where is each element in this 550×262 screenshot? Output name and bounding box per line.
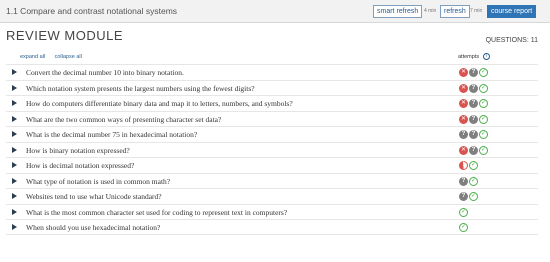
question-text[interactable]: How is decimal notation expressed?: [26, 161, 134, 170]
attempt-icons: ✓: [459, 223, 469, 232]
question-row[interactable]: Which notation system presents the large…: [6, 79, 538, 96]
attempt-icons: ✕? ✓: [459, 68, 489, 77]
question-row[interactable]: What is the decimal number 75 in hexadec…: [6, 126, 538, 142]
expand-caret-icon[interactable]: [12, 146, 17, 153]
attempt-icons: ✕? ✓: [459, 99, 489, 108]
question-row[interactable]: What are the two common ways of presenti…: [6, 110, 538, 127]
wrong-attempt-icon: ✕: [459, 68, 468, 77]
unknown-attempt-icon: ?: [469, 83, 478, 93]
right-attempt-icon: ✓: [479, 145, 488, 155]
page-title: REVIEW MODULE: [6, 28, 124, 43]
right-attempt-icon: ✓: [469, 161, 478, 170]
wrong-attempt-icon: ✕: [459, 145, 468, 155]
unknown-attempt-icon: ?: [469, 99, 478, 108]
question-row[interactable]: How is binary notation expressed? ✕? ✓: [6, 141, 538, 158]
question-text[interactable]: Convert the decimal number 10 into binar…: [26, 68, 184, 77]
question-row[interactable]: How do computers differentiate binary da…: [6, 95, 538, 111]
attempt-icons: ?? ✓: [459, 130, 489, 139]
right-attempt-icon: ✓: [469, 192, 478, 201]
attempt-icons: ✓: [459, 207, 469, 217]
right-attempt-icon: ✓: [459, 207, 468, 217]
course-report-button[interactable]: course report: [487, 5, 537, 18]
expand-collapse-links: expand all collapse all: [20, 54, 90, 60]
questions-count: QUESTIONS: 11: [485, 37, 538, 44]
expand-caret-icon[interactable]: [12, 100, 17, 106]
question-text[interactable]: When should you use hexadecimal notation…: [26, 223, 160, 232]
right-attempt-icon: ✓: [479, 114, 488, 124]
attempts-label: attempts: [458, 53, 480, 60]
question-text[interactable]: What type of notation is used in common …: [26, 177, 170, 186]
wrong-attempt-icon: ✕: [459, 99, 468, 108]
info-icon[interactable]: i: [482, 53, 490, 60]
attempt-icons: ! ✓: [459, 161, 479, 170]
question-row[interactable]: What is the most common character set us…: [6, 203, 538, 220]
expand-caret-icon[interactable]: [12, 162, 17, 168]
attempt-icons: ✕? ✓: [459, 83, 489, 93]
unknown-attempt-icon: ?: [459, 176, 468, 186]
attempt-icons: ✕? ✓: [459, 114, 489, 124]
question-text[interactable]: Websites tend to use what Unicode standa…: [26, 192, 162, 201]
refresh-button[interactable]: refresh: [440, 5, 470, 18]
question-list: Convert the decimal number 10 into binar…: [6, 64, 538, 235]
question-row[interactable]: How is decimal notation expressed?! ✓: [6, 157, 538, 173]
smart-refresh-time: 4 min: [424, 8, 437, 14]
expand-caret-icon[interactable]: [12, 193, 17, 199]
unknown-attempt-icon: ?: [459, 192, 468, 201]
expand-caret-icon[interactable]: [12, 131, 17, 137]
question-text[interactable]: What are the two common ways of presenti…: [26, 115, 221, 124]
unknown-attempt-icon: ?: [459, 130, 468, 139]
breadcrumb: 1.1 Compare and contrast notational syst…: [6, 6, 178, 16]
unknown-attempt-icon: ?: [469, 130, 478, 139]
refresh-time: 7 min: [470, 8, 483, 14]
question-text[interactable]: How do computers differentiate binary da…: [26, 99, 293, 108]
collapse-all-link[interactable]: collapse all: [55, 54, 82, 60]
right-attempt-icon: ✓: [479, 130, 488, 139]
expand-caret-icon[interactable]: [12, 84, 17, 91]
right-attempt-icon: ✓: [469, 176, 478, 186]
smart-refresh-button[interactable]: smart refresh: [373, 5, 423, 18]
right-attempt-icon: ✓: [479, 68, 488, 77]
expand-caret-icon[interactable]: [12, 177, 17, 184]
attempts-header: attempts i: [458, 53, 490, 60]
question-row[interactable]: Convert the decimal number 10 into binar…: [6, 64, 538, 80]
question-text[interactable]: What is the decimal number 75 in hexadec…: [26, 130, 197, 139]
unknown-attempt-icon: ?: [469, 68, 478, 77]
question-row[interactable]: What type of notation is used in common …: [6, 172, 538, 189]
expand-all-link[interactable]: expand all: [20, 54, 45, 60]
attempt-icons: ✕? ✓: [459, 145, 489, 155]
unknown-attempt-icon: ?: [469, 114, 478, 124]
right-attempt-icon: ✓: [479, 99, 488, 108]
expand-caret-icon[interactable]: [12, 115, 17, 122]
partial-attempt-icon: !: [459, 161, 468, 170]
question-text[interactable]: What is the most common character set us…: [26, 208, 287, 217]
expand-caret-icon[interactable]: [12, 208, 17, 215]
expand-caret-icon[interactable]: [12, 224, 17, 230]
question-row[interactable]: Websites tend to use what Unicode standa…: [6, 188, 538, 204]
wrong-attempt-icon: ✕: [459, 114, 468, 124]
attempt-icons: ? ✓: [459, 192, 479, 201]
question-text[interactable]: How is binary notation expressed?: [26, 146, 130, 155]
question-text[interactable]: Which notation system presents the large…: [26, 84, 255, 93]
expand-caret-icon[interactable]: [12, 69, 17, 75]
unknown-attempt-icon: ?: [469, 145, 478, 155]
attempt-icons: ? ✓: [459, 176, 479, 186]
right-attempt-icon: ✓: [459, 223, 468, 232]
wrong-attempt-icon: ✕: [459, 83, 468, 93]
right-attempt-icon: ✓: [479, 83, 488, 93]
question-row[interactable]: When should you use hexadecimal notation…: [6, 219, 538, 235]
top-bar: 1.1 Compare and contrast notational syst…: [0, 0, 550, 23]
